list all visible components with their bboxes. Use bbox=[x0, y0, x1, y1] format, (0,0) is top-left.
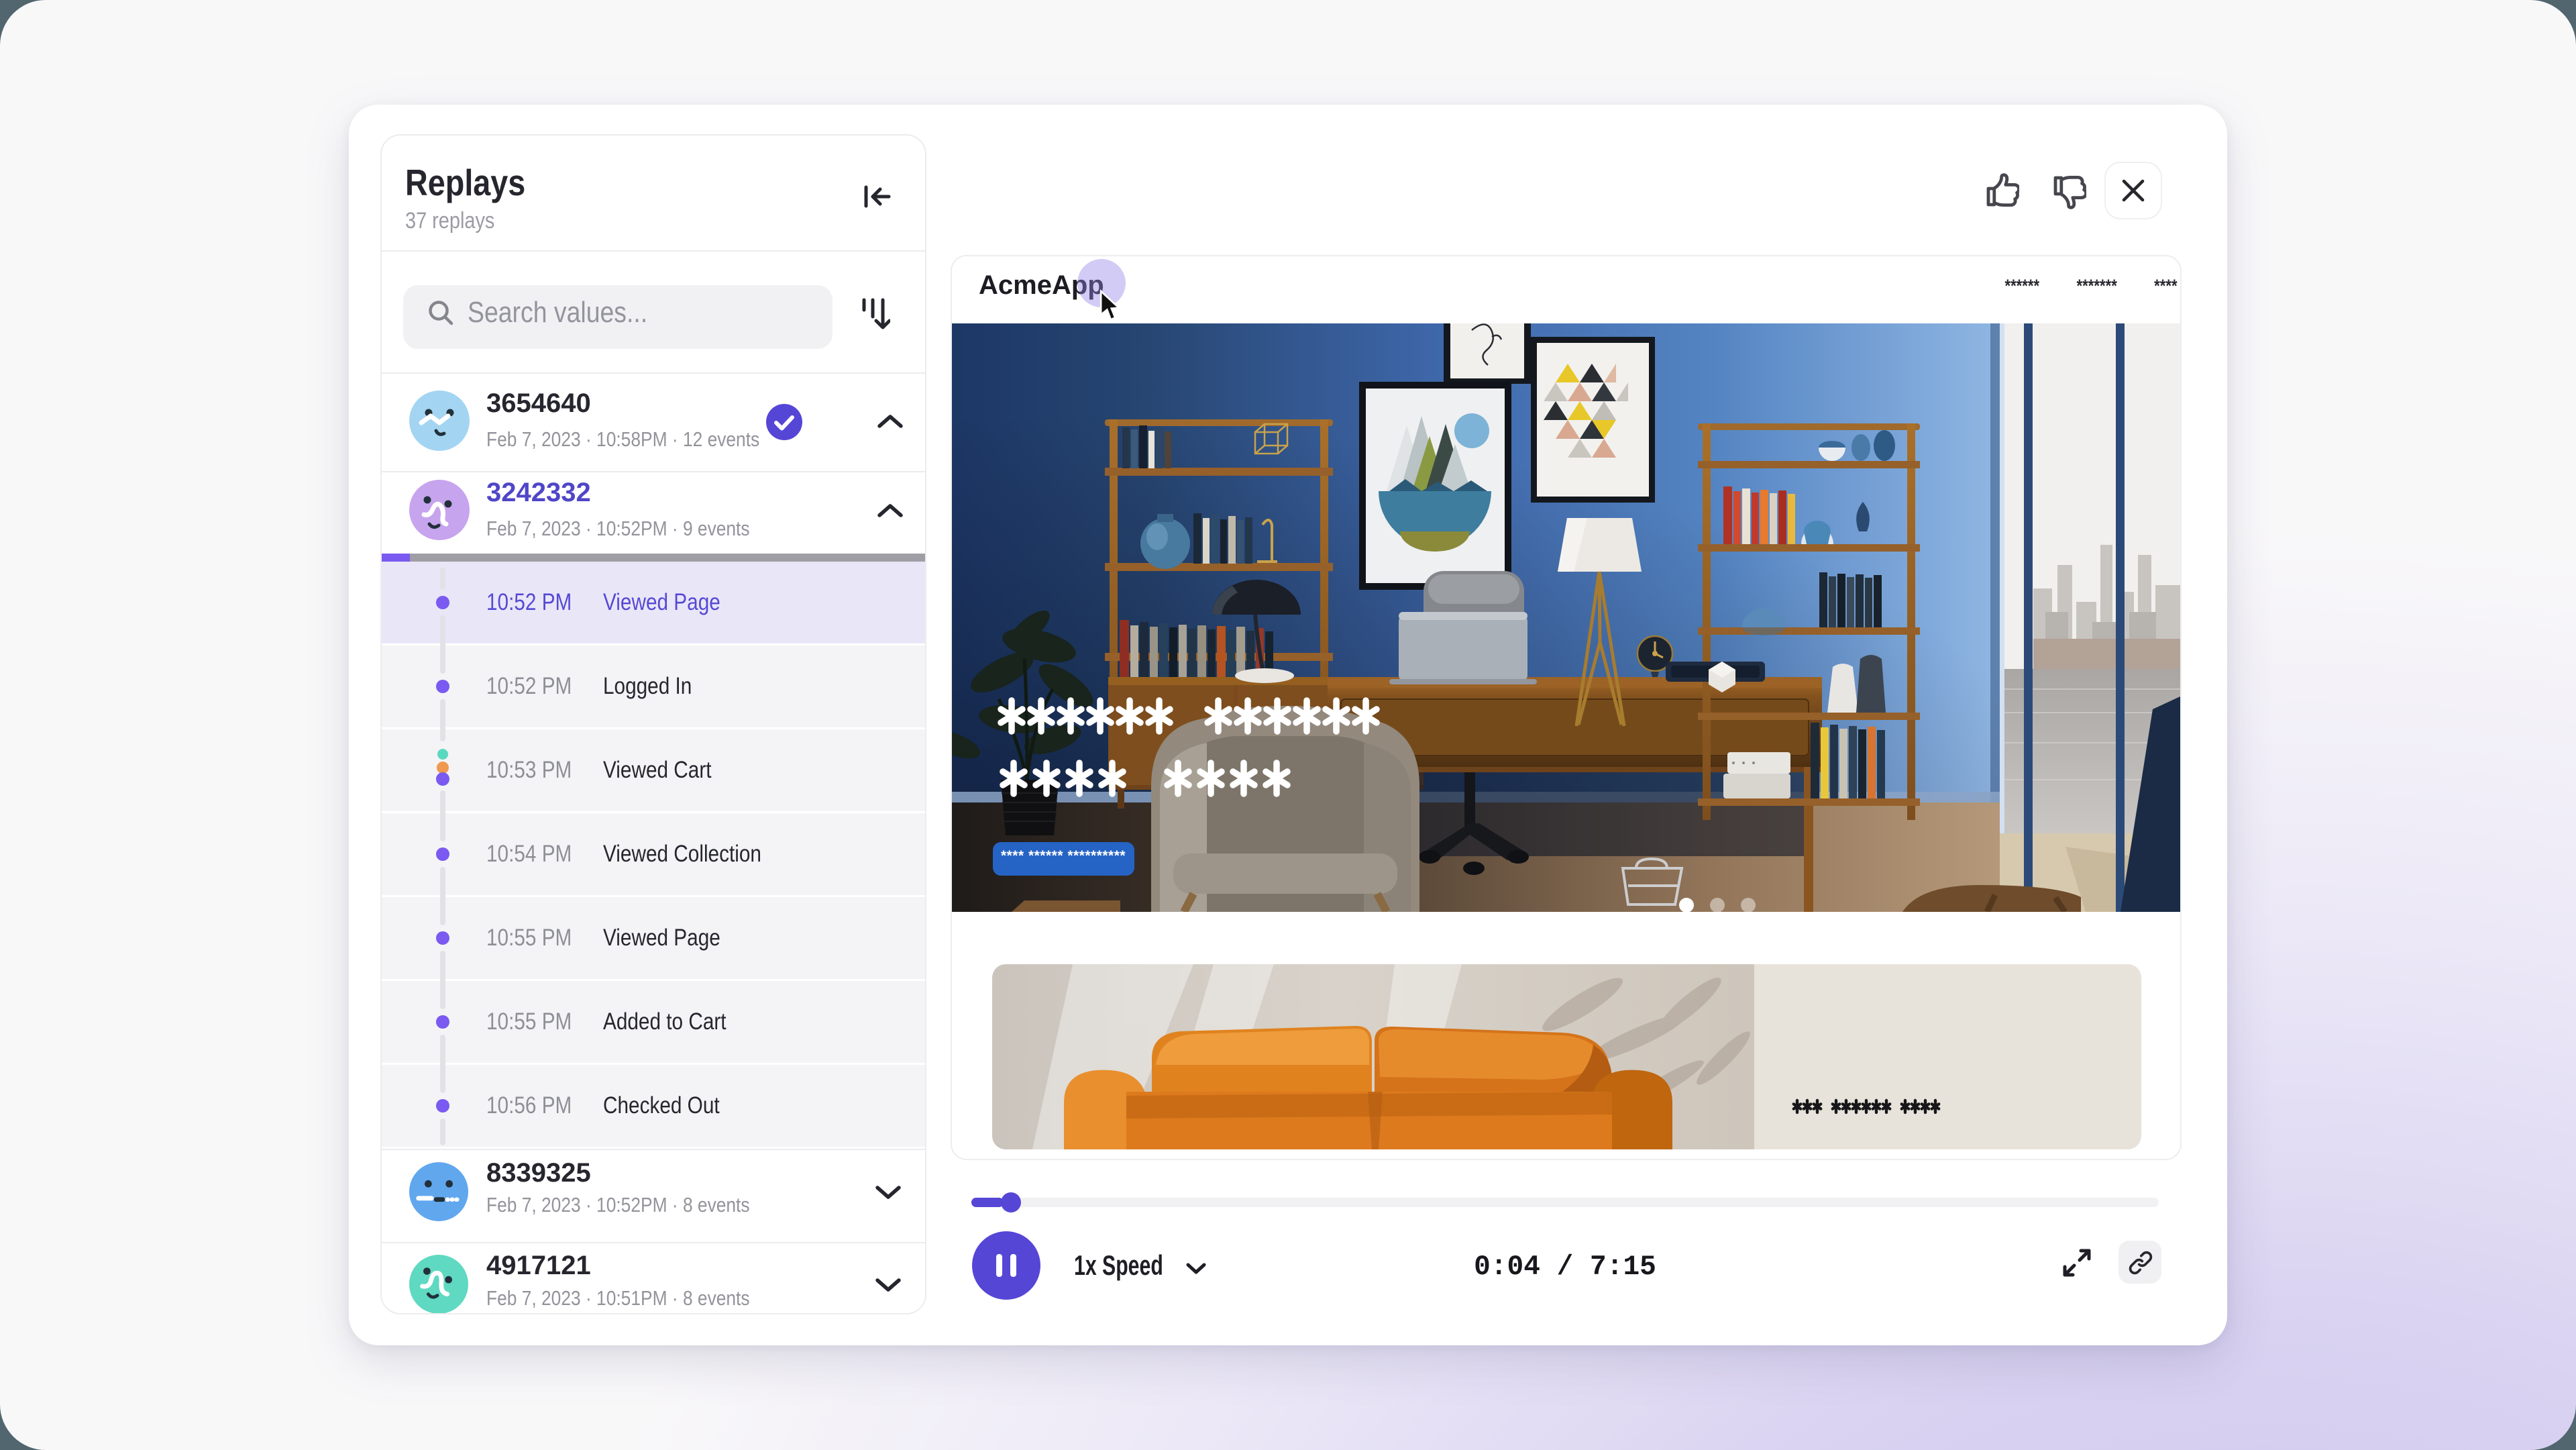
svg-text:**** ****** **********: **** ****** ********** bbox=[1001, 848, 1126, 864]
